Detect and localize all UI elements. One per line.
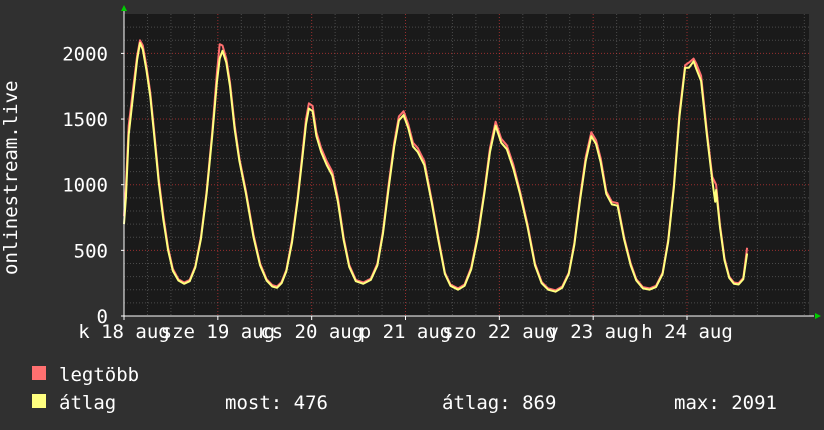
stat-current: most: 476 [225,392,328,414]
chart: 0 500 1000 1500 2000 k 18 aug sze 19 aug cs 20… [0,0,824,430]
x-tick-label: v 23 aug [547,321,639,343]
x-tick-label: p 21 aug [360,321,452,343]
chart-svg: 0500100015002000 k 18 augsze 19 augcs 20… [0,5,821,414]
legend-label-max: legtöbb [59,364,139,386]
x-tick-label: h 24 aug [641,321,733,343]
x-tick-labels: k 18 augsze 19 augcs 20 augp 21 augszo 2… [78,321,733,343]
x-tick-label: cs 20 aug [260,321,363,343]
stat-max: max: 2091 [674,392,777,414]
y-axis-label: onlinestream.live [0,81,22,275]
x-tick-label: sze 19 aug [161,321,275,343]
legend-label-avg: átlag [59,392,116,414]
y-tick-label: 1500 [62,109,108,131]
y-tick-label: 500 [74,240,108,262]
x-tick-label: szo 22 aug [442,321,556,343]
stat-average: átlag: 869 [442,392,556,414]
legend-swatch-avg [32,394,46,408]
legend-swatch-max [32,366,46,380]
x-axis-arrow [815,313,821,319]
y-axis-arrow [121,5,127,11]
y-tick-labels: 0500100015002000 [62,43,108,328]
y-tick-label: 2000 [62,43,108,65]
x-tick-label: k 18 aug [78,321,170,343]
y-tick-label: 1000 [62,175,108,197]
